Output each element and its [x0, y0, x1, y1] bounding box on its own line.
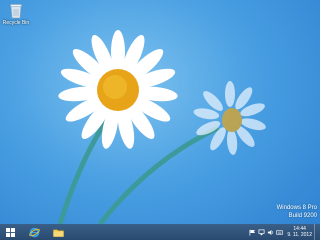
flag-icon[interactable] [249, 229, 256, 236]
daisy-wallpaper [57, 30, 266, 224]
recycle-bin-icon [10, 4, 22, 19]
start-button[interactable] [2, 224, 18, 240]
taskbar-clock[interactable]: 14:44 9. 11. 2012 [287, 226, 312, 238]
windows-logo-icon [5, 227, 15, 237]
system-tray: 14:44 9. 11. 2012 [249, 224, 318, 240]
folder-icon [52, 229, 64, 237]
desktop-icon-label: Recycle Bin [2, 20, 30, 26]
desktop-icon-recycle-bin[interactable]: Recycle Bin [2, 3, 30, 33]
build-text: Build 9200 [288, 212, 317, 219]
volume-icon[interactable] [267, 229, 274, 236]
network-icon[interactable] [258, 229, 265, 236]
taskbar: 14:44 9. 11. 2012 [0, 224, 320, 240]
edition-watermark: Windows 8 Pro Build 9200 [277, 205, 317, 220]
internet-explorer-icon [28, 227, 40, 237]
keyboard-icon[interactable] [276, 229, 284, 236]
internet-explorer-button[interactable] [26, 224, 42, 240]
clock-date: 9. 11. 2012 [287, 232, 312, 238]
edition-text: Windows 8 Pro [276, 205, 317, 211]
desktop[interactable]: Recycle Bin Windows 8 Pro Build 9200 [0, 0, 320, 224]
file-explorer-button[interactable] [50, 224, 66, 240]
show-desktop-button[interactable] [314, 224, 318, 240]
